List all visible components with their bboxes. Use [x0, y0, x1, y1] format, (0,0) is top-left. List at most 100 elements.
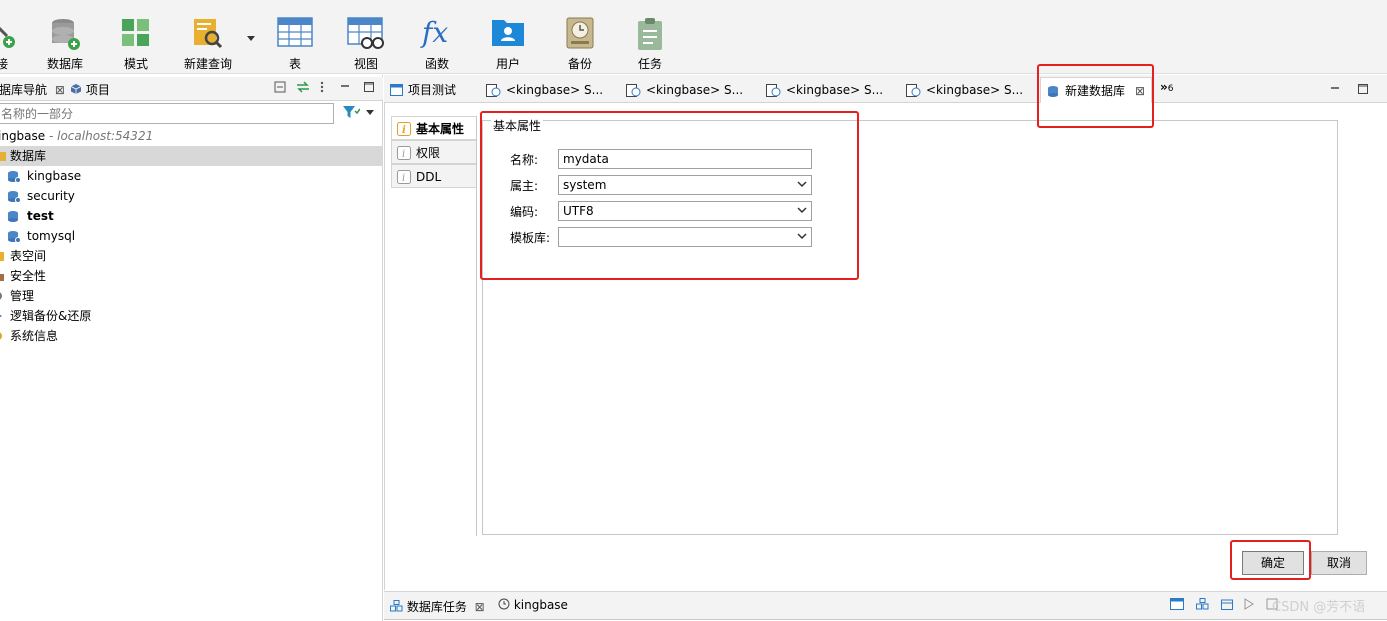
clock-icon — [498, 598, 510, 610]
filter-icon — [343, 106, 361, 118]
sql-editor-icon — [906, 84, 921, 97]
tree-item-backup-restore[interactable]: 逻辑备份&还原 — [0, 306, 383, 326]
schema-button[interactable]: 模式 — [116, 12, 156, 72]
tree-item-management[interactable]: 管理 — [0, 286, 383, 306]
task-icon — [638, 18, 662, 50]
tab-overflow-button[interactable]: »6 — [1160, 80, 1174, 94]
tree-item-db-kingbase[interactable]: kingbase — [0, 166, 383, 186]
tree-item-system-info[interactable]: 系统信息 — [0, 326, 383, 346]
tasks-icon[interactable] — [1195, 598, 1209, 610]
tree-item-connection[interactable]: ingbase - localhost:54321 — [0, 126, 383, 146]
filter-button[interactable] — [342, 105, 374, 122]
tab-kingbase-task[interactable]: kingbase — [498, 598, 568, 612]
owner-select[interactable]: system — [558, 175, 812, 195]
app-window: 接 数据库 模式 新建查询 表 视图 fx 函数 用户 备份 任务 据库导航 ⊠… — [0, 0, 1387, 621]
tab-database-navigator[interactable]: 据库导航 ⊠ — [0, 81, 65, 98]
view-icon — [347, 17, 384, 49]
close-icon[interactable]: ⊠ — [475, 600, 485, 614]
new-query-icon — [194, 19, 223, 49]
play-icon[interactable] — [1244, 598, 1255, 610]
tree-item-db-tomysql[interactable]: tomysql — [0, 226, 383, 246]
info-icon: i — [397, 122, 411, 136]
tab-permissions[interactable]: i 权限 — [391, 140, 477, 164]
svg-text:i: i — [402, 173, 405, 184]
chevron-down-icon — [365, 110, 374, 115]
tree-item-tablespaces[interactable]: 表空间 — [0, 246, 383, 266]
tasks-toolbar — [1170, 598, 1278, 613]
schema-icon — [122, 19, 149, 46]
navigator-toolbar — [274, 81, 375, 96]
table-button[interactable]: 表 — [275, 12, 315, 72]
encoding-select[interactable]: UTF8 — [558, 201, 812, 221]
tasks-icon — [390, 600, 403, 612]
database-button[interactable]: 数据库 — [42, 12, 88, 72]
folder-icon — [0, 252, 4, 261]
tab-ddl[interactable]: i DDL — [391, 164, 477, 188]
name-input[interactable] — [558, 149, 812, 169]
tab-projects[interactable]: 项目 — [70, 81, 110, 98]
template-select[interactable] — [558, 227, 812, 247]
lock-icon — [0, 274, 4, 281]
tab-sql-editor-1[interactable]: <kingbase> S... — [486, 77, 616, 103]
basic-properties-group: 基本属性 名称: 属主: system 编码: UTF8 — [482, 117, 1338, 535]
tree-item-databases[interactable]: 数据库 — [0, 146, 383, 166]
close-icon[interactable]: ⊠ — [1135, 78, 1145, 104]
more-options-icon[interactable] — [319, 81, 325, 93]
group-title: 基本属性 — [491, 117, 544, 134]
svg-text:i: i — [402, 125, 406, 136]
editor-tabs: 项目测试 <kingbase> S... <kingbase> S... <ki… — [384, 77, 1387, 105]
window-icon — [390, 84, 403, 96]
minimize-icon[interactable] — [339, 81, 351, 93]
window-icon[interactable] — [1170, 598, 1184, 610]
new-query-dropdown-icon[interactable] — [247, 36, 255, 42]
new-query-button[interactable]: 新建查询 — [182, 12, 234, 72]
view-button[interactable]: 视图 — [344, 12, 388, 72]
tab-basic-properties[interactable]: i 基本属性 — [391, 116, 477, 140]
database-navigator-panel: 据库导航 ⊠ 项目 ingbase - l — [0, 75, 383, 621]
divider — [476, 116, 477, 536]
filter-input[interactable] — [0, 103, 334, 124]
maximize-icon[interactable] — [1357, 83, 1369, 95]
maximize-icon[interactable] — [363, 81, 375, 93]
svg-text:fx: fx — [420, 16, 448, 48]
function-icon: fx — [420, 16, 448, 48]
cancel-button[interactable]: 取消 — [1311, 551, 1367, 575]
svg-text:i: i — [402, 149, 405, 160]
close-icon[interactable]: ⊠ — [55, 83, 65, 97]
table-icon — [277, 17, 313, 47]
tab-project-test[interactable]: 项目测试 — [390, 77, 480, 103]
backup-button[interactable]: 备份 — [560, 12, 600, 72]
tree-item-db-test[interactable]: test — [0, 206, 383, 226]
tab-new-database[interactable]: 新建数据库 ⊠ — [1040, 77, 1152, 105]
tab-sql-editor-4[interactable]: <kingbase> S... — [906, 77, 1036, 103]
folder-icon — [0, 152, 6, 161]
function-button[interactable]: fx 函数 — [416, 12, 458, 72]
database-icon — [8, 211, 18, 222]
connect-icon — [0, 26, 15, 48]
tab-sql-editor-2[interactable]: <kingbase> S... — [626, 77, 756, 103]
ok-button[interactable]: 确定 — [1242, 551, 1304, 575]
property-tabs: i 基本属性 i 权限 i DDL — [391, 116, 477, 188]
connect-button[interactable]: 接 — [0, 12, 24, 72]
collapse-all-icon[interactable] — [274, 81, 286, 93]
tab-database-tasks[interactable]: 数据库任务 ⊠ — [390, 598, 485, 615]
link-editor-icon[interactable] — [296, 81, 310, 93]
chevron-down-icon — [797, 233, 807, 240]
chevron-down-icon — [797, 207, 807, 214]
calendar-icon[interactable] — [1220, 598, 1233, 610]
sql-editor-icon — [766, 84, 781, 97]
gear-icon — [0, 292, 2, 300]
user-icon — [492, 20, 524, 46]
tab-sql-editor-3[interactable]: <kingbase> S... — [766, 77, 896, 103]
task-button[interactable]: 任务 — [630, 12, 670, 72]
cube-icon — [70, 84, 82, 94]
tree-item-security[interactable]: 安全性 — [0, 266, 383, 286]
minimize-icon[interactable] — [1329, 83, 1341, 95]
database-icon — [8, 191, 21, 203]
tree-item-db-security[interactable]: security — [0, 186, 383, 206]
user-button[interactable]: 用户 — [488, 12, 528, 72]
new-database-editor: i 基本属性 i 权限 i DDL 基本属性 名称: mydata 属主: sy… — [384, 103, 1387, 590]
sql-editor-icon — [486, 84, 501, 97]
backup-icon — [566, 17, 594, 49]
filter-row — [0, 102, 383, 126]
